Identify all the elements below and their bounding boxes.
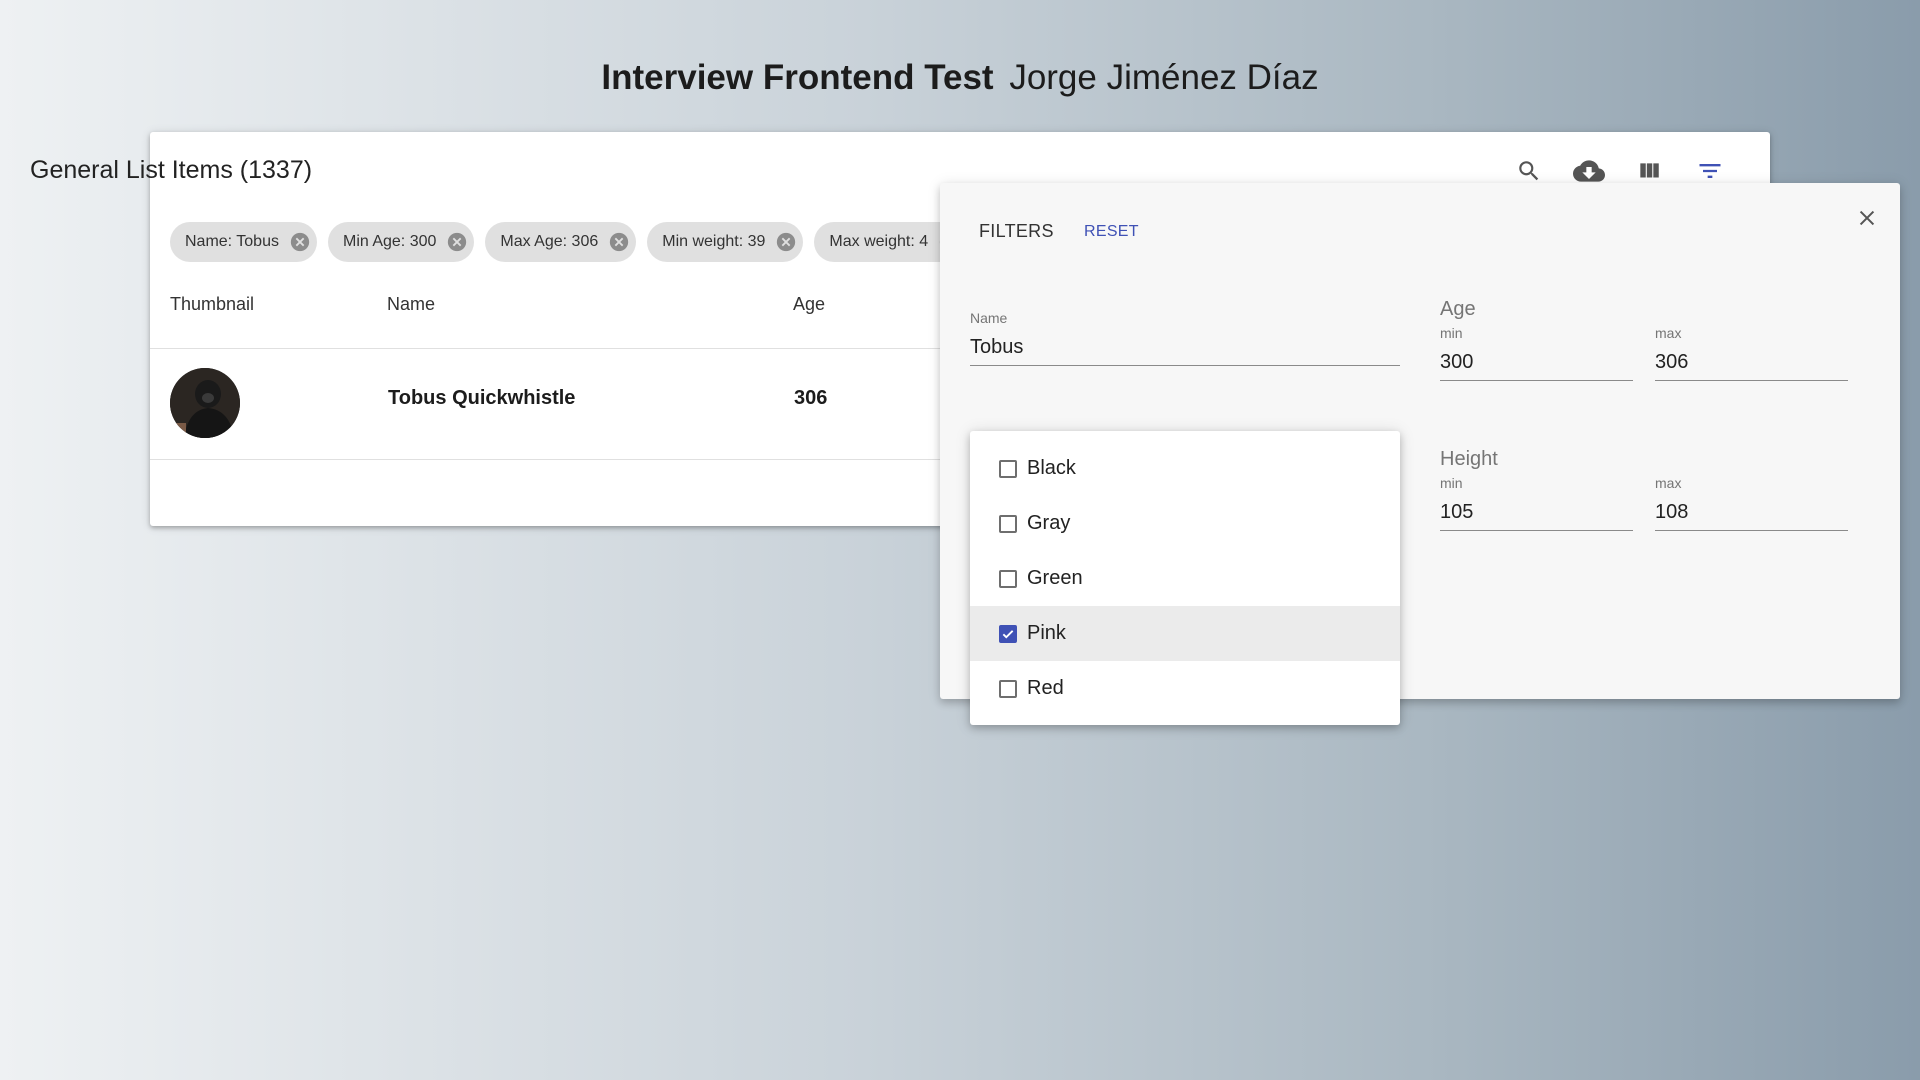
filter-chip[interactable]: Min Age: 300	[327, 222, 475, 262]
height-group-label: Height	[1440, 448, 1498, 470]
age-max-field[interactable]	[1655, 351, 1848, 381]
age-min-field[interactable]	[1440, 351, 1633, 381]
name-field[interactable]	[970, 336, 1400, 366]
filter-chip[interactable]: Max Age: 306	[485, 222, 637, 262]
close-icon[interactable]	[1852, 203, 1882, 233]
color-option-gray[interactable]: Gray	[970, 496, 1400, 551]
chip-label: Max weight: 4	[829, 233, 929, 250]
option-label: Pink	[1027, 622, 1066, 644]
name-field-label: Name	[970, 310, 1008, 326]
option-label: Red	[1027, 677, 1064, 699]
avatar	[170, 368, 240, 438]
age-group-label: Age	[1440, 298, 1476, 320]
table-title: General List Items (1337)	[30, 156, 313, 184]
cancel-icon[interactable]	[289, 231, 311, 253]
checkbox-checked-icon[interactable]	[999, 624, 1017, 643]
color-select-menu: Black Gray Green Pink Red	[970, 431, 1400, 725]
chip-label: Max Age: 306	[500, 233, 599, 250]
page-title-main: Interview Frontend Test	[601, 58, 994, 97]
checkbox-unchecked-icon[interactable]	[999, 569, 1017, 588]
chip-label: Min Age: 300	[342, 233, 437, 250]
filter-chip[interactable]: Name: Tobus	[170, 222, 317, 262]
column-header-thumbnail[interactable]: Thumbnail	[170, 294, 254, 315]
option-label: Gray	[1027, 512, 1071, 534]
cancel-icon[interactable]	[608, 231, 630, 253]
checkbox-unchecked-icon[interactable]	[999, 679, 1017, 698]
row-divider	[150, 459, 940, 460]
chip-label: Min weight: 39	[662, 233, 766, 250]
height-min-label: min	[1440, 475, 1463, 491]
header-divider	[150, 348, 940, 349]
option-label: Green	[1027, 567, 1083, 589]
color-option-red[interactable]: Red	[970, 661, 1400, 716]
checkbox-unchecked-icon[interactable]	[999, 514, 1017, 533]
checkbox-unchecked-icon[interactable]	[999, 459, 1017, 478]
column-header-age[interactable]: Age	[793, 294, 825, 315]
cancel-icon[interactable]	[775, 231, 797, 253]
reset-button[interactable]: RESET	[1084, 223, 1139, 241]
gnome-thumbnail-image	[170, 368, 240, 438]
filters-heading: FILTERS	[979, 221, 1054, 241]
column-header-name[interactable]: Name	[387, 294, 435, 315]
chip-label: Name: Tobus	[185, 233, 279, 250]
height-min-field[interactable]	[1440, 501, 1633, 531]
age-max-label: max	[1655, 325, 1682, 341]
height-max-field[interactable]	[1655, 501, 1848, 531]
age-min-label: min	[1440, 325, 1463, 341]
cell-name: Tobus Quickwhistle	[388, 387, 576, 409]
page-title: Interview Frontend Test Jorge Jiménez Dí…	[0, 58, 1920, 98]
color-option-green[interactable]: Green	[970, 551, 1400, 606]
color-option-pink[interactable]: Pink	[970, 606, 1400, 661]
color-option-black[interactable]: Black	[970, 441, 1400, 496]
active-filter-chips: Name: Tobus Min Age: 300 Max Age: 306 Mi…	[170, 222, 967, 262]
cell-age: 306	[794, 387, 828, 409]
option-label: Black	[1027, 457, 1076, 479]
cancel-icon[interactable]	[446, 231, 468, 253]
page-title-author: Jorge Jiménez Díaz	[1009, 58, 1319, 97]
filter-chip[interactable]: Min weight: 39	[647, 222, 804, 262]
height-max-label: max	[1655, 475, 1682, 491]
